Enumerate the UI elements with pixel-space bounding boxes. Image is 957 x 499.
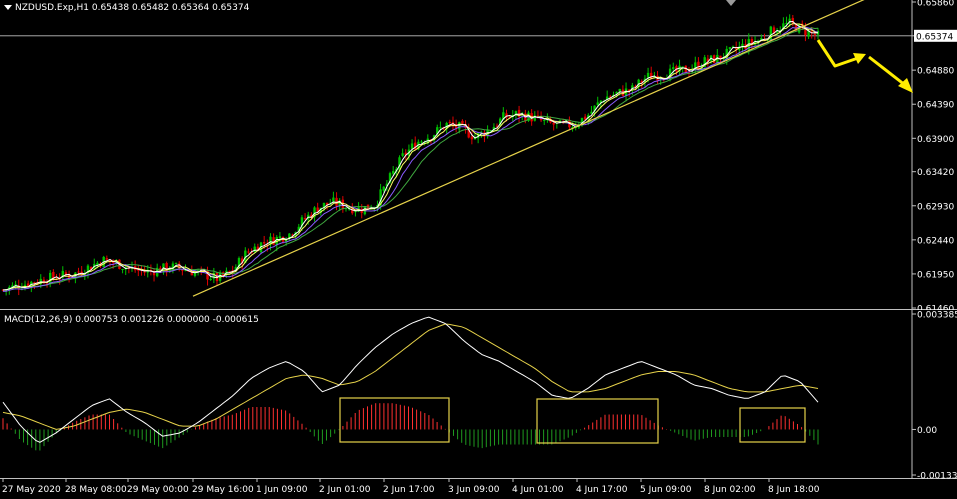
candle-body	[247, 251, 250, 253]
x-tick-label: 28 May 08:00	[65, 485, 127, 495]
x-tick-label: 4 Jun 01:00	[512, 485, 564, 495]
x-tick-label: 3 Jun 09:00	[448, 485, 500, 495]
x-tick-label: 4 Jun 17:00	[576, 485, 628, 495]
candle-body	[461, 120, 464, 124]
y-tick-label: 0.64880	[917, 67, 954, 77]
macd-y-tick-label: -0.001335	[917, 472, 957, 480]
candle-body	[181, 269, 184, 271]
candle-body	[448, 121, 452, 123]
time-axis: 27 May 2020 28 May 08:00 29 May 00:00 29 Ma…	[0, 479, 957, 499]
candle-body	[681, 66, 684, 68]
candle-body	[77, 271, 80, 273]
x-tick-label: 8 Jun 18:00	[768, 485, 820, 495]
candle-body	[439, 127, 442, 129]
y-tick-label: 0.63900	[917, 135, 954, 145]
candle-body	[174, 262, 178, 264]
price-chart[interactable]: 0.65860 0.65374 0.64880 0.64390 0.63900 0.634…	[0, 0, 957, 310]
x-tick-label: 2 Jun 17:00	[383, 485, 435, 495]
symbol-title: NZDUSD.Exp,H1 0.65438 0.65482 0.65364 0.…	[4, 3, 249, 13]
candle-body	[52, 271, 55, 279]
candle-body	[697, 61, 700, 69]
candle-body	[391, 171, 395, 174]
macd-y-tick-label: 0.00	[917, 426, 937, 436]
candle-body	[410, 143, 414, 149]
candle-body	[728, 47, 732, 49]
x-tick-label: 29 May 16:00	[192, 485, 254, 495]
dropdown-triangle-icon[interactable]	[4, 5, 12, 10]
y-tick-label: 0.61950	[917, 270, 954, 280]
macd-title: MACD(12,26,9) 0.000753 0.001226 0.000000…	[4, 315, 259, 325]
x-tick-label: 8 Jun 02:00	[704, 485, 756, 495]
candle-body	[813, 33, 817, 36]
candle-body	[303, 218, 307, 220]
current-price-label: 0.65374	[916, 32, 953, 42]
candle-body	[382, 186, 385, 191]
candle-body	[458, 122, 461, 130]
y-tick-label: 0.62440	[917, 236, 954, 246]
candle-body	[33, 282, 36, 284]
y-tick-label: 0.64390	[917, 101, 954, 111]
x-tick-label: 27 May 2020	[2, 485, 61, 495]
candle-body	[552, 122, 555, 125]
x-tick-label: 5 Jun 09:00	[640, 485, 692, 495]
x-tick-label: 2 Jun 01:00	[319, 485, 371, 495]
main-background	[0, 0, 957, 310]
candle-body	[143, 271, 146, 273]
candle	[769, 25, 772, 42]
candle-body	[262, 241, 266, 244]
candle-body	[420, 141, 423, 143]
y-tick-label: 0.65860	[917, 0, 954, 9]
candle-body	[646, 72, 650, 78]
y-tick-label: 0.63420	[917, 168, 954, 178]
candle-body	[209, 278, 212, 280]
candle-body	[618, 88, 621, 92]
candle-body	[105, 258, 109, 260]
y-tick-label: 0.62930	[917, 202, 954, 212]
candle-body	[596, 102, 599, 106]
macd-chart[interactable]: 0.003385 0.00 -0.001335	[0, 310, 957, 479]
x-tick-label: 1 Jun 09:00	[256, 485, 308, 495]
x-tick-label: 29 May 00:00	[127, 485, 189, 495]
candle-body	[401, 153, 404, 156]
macd-y-tick-label: 0.003385	[917, 311, 957, 321]
candle-body	[121, 269, 124, 271]
candle-body	[278, 236, 282, 238]
candle-body	[470, 136, 474, 140]
candle-body	[543, 119, 546, 121]
candle-body	[672, 67, 675, 70]
